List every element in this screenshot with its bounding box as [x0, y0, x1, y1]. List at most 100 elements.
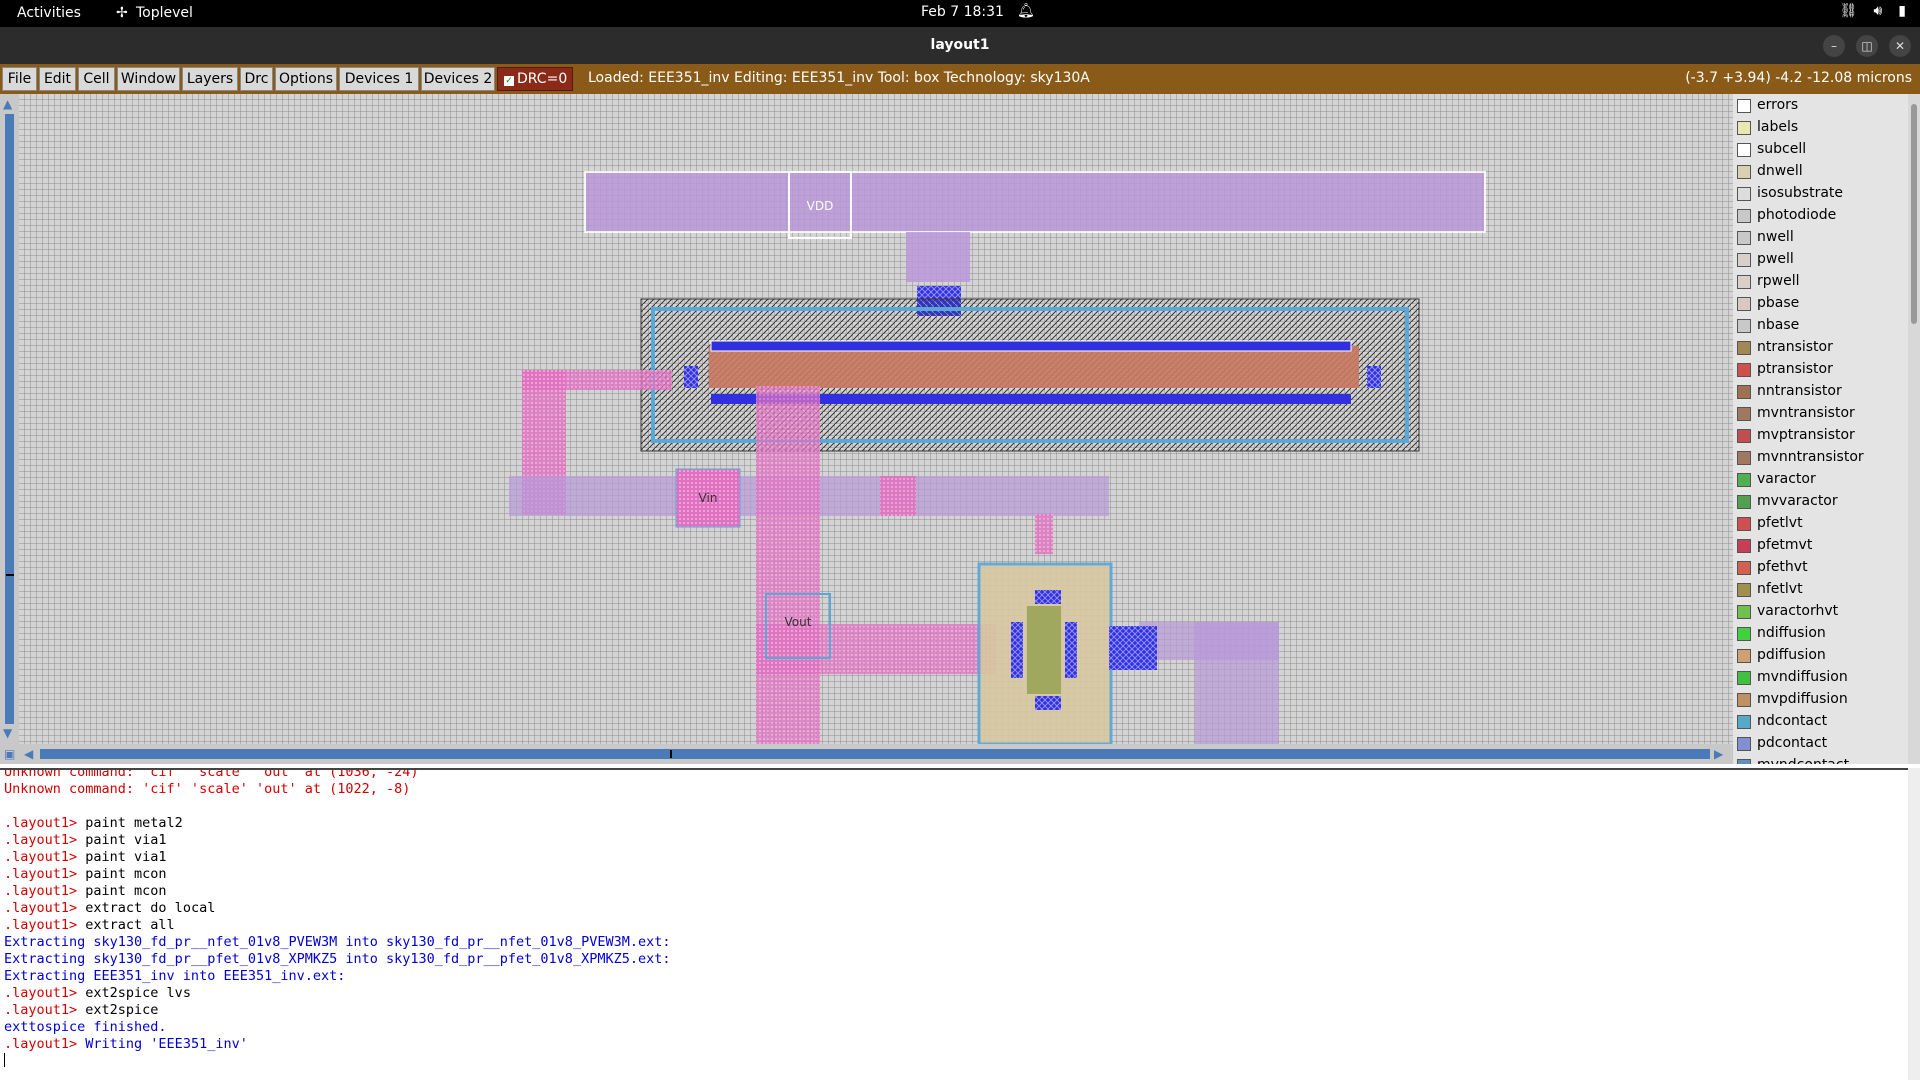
layer-item-ntransistor[interactable]: ntransistor	[1733, 337, 1903, 359]
layer-swatch-icon	[1737, 209, 1751, 223]
layer-item-varactorhvt[interactable]: varactorhvt	[1733, 601, 1903, 623]
layer-item-photodiode[interactable]: photodiode	[1733, 205, 1903, 227]
nfet-bottom-contact[interactable]	[1035, 696, 1061, 710]
layer-item-mvndiffusion[interactable]: mvndiffusion	[1733, 667, 1903, 689]
layer-label: pdcontact	[1757, 735, 1828, 751]
vertical-scrollbar[interactable]: ▲ ▼	[0, 94, 19, 744]
menu-cell[interactable]: Cell	[78, 67, 115, 91]
menu-edit[interactable]: Edit	[39, 67, 76, 91]
output-metal-horizontal[interactable]	[756, 624, 996, 674]
menu-options[interactable]: Options	[275, 67, 337, 91]
menu-layers[interactable]: Layers	[182, 67, 238, 91]
layer-item-ptransistor[interactable]: ptransistor	[1733, 359, 1903, 381]
system-tray[interactable]: ⛓ 🔊︎ ▮	[1840, 3, 1906, 19]
layer-item-nbase[interactable]: nbase	[1733, 315, 1903, 337]
input-poly-horizontal[interactable]	[522, 370, 672, 390]
menu-devices-2[interactable]: Devices 2	[421, 67, 495, 91]
nfet-top-contact[interactable]	[1035, 590, 1061, 604]
layer-item-isosubstrate[interactable]: isosubstrate	[1733, 183, 1903, 205]
clock[interactable]: Feb 7 18:31	[921, 4, 1004, 20]
menu-devices-1[interactable]: Devices 1	[339, 67, 419, 91]
layer-item-ndcontact[interactable]: ndcontact	[1733, 711, 1903, 733]
layers-scroll-thumb[interactable]	[1911, 104, 1917, 324]
horizontal-scrollbar[interactable]: ▣ ◀ ▶	[0, 744, 1733, 764]
command-console[interactable]: Unknown command: 'cif' 'scale' 'out' at …	[0, 768, 1908, 1080]
drc-status-button[interactable]: ✓ DRC=0	[497, 67, 573, 91]
app-menu[interactable]: ✢ Toplevel	[116, 5, 193, 21]
layer-swatch-icon	[1737, 561, 1751, 575]
nfet-drain-contact[interactable]	[1065, 622, 1077, 678]
output-metal-vertical[interactable]	[756, 386, 820, 744]
layer-item-errors[interactable]: errors	[1733, 95, 1903, 117]
layer-item-pbase[interactable]: pbase	[1733, 293, 1903, 315]
vdd-strap[interactable]	[906, 232, 970, 282]
ground-metal-vertical[interactable]	[1195, 622, 1279, 744]
gate-connection[interactable]	[880, 476, 916, 516]
layer-swatch-icon	[1737, 275, 1751, 289]
console-line: .layout1> extract do local	[4, 900, 215, 916]
layer-label: ntransistor	[1757, 339, 1833, 355]
layer-label: pfetmvt	[1757, 537, 1813, 553]
layer-item-pfetmvt[interactable]: pfetmvt	[1733, 535, 1903, 557]
maximize-icon[interactable]: ◫	[1856, 35, 1878, 57]
console-prompt: .layout1>	[4, 883, 86, 899]
layer-item-varactor[interactable]: varactor	[1733, 469, 1903, 491]
layer-swatch-icon	[1737, 539, 1751, 553]
layer-item-nntransistor[interactable]: nntransistor	[1733, 381, 1903, 403]
layer-item-mvntransistor[interactable]: mvntransistor	[1733, 403, 1903, 425]
vdd-metal-bar[interactable]	[584, 171, 1486, 233]
drc-label: DRC=0	[517, 71, 568, 87]
layer-swatch-icon	[1737, 473, 1751, 487]
zoom-icon[interactable]: ▣	[4, 747, 15, 761]
layer-swatch-icon	[1737, 165, 1751, 179]
nfet-gate-link[interactable]	[1035, 514, 1053, 554]
scroll-left-icon[interactable]: ◀	[24, 747, 33, 761]
pfet-left-tap[interactable]	[684, 366, 698, 388]
scroll-right-icon[interactable]: ▶	[1714, 747, 1723, 761]
layer-item-ndiffusion[interactable]: ndiffusion	[1733, 623, 1903, 645]
close-icon[interactable]: ✕	[1889, 35, 1911, 57]
pfet-right-tap[interactable]	[1367, 366, 1381, 388]
layer-item-pwell[interactable]: pwell	[1733, 249, 1903, 271]
horizontal-scroll-thumb[interactable]	[40, 749, 1710, 759]
layer-swatch-icon	[1737, 715, 1751, 729]
vertical-scroll-thumb[interactable]	[5, 114, 14, 724]
console-scrollbar[interactable]	[1908, 768, 1920, 1080]
menu-file[interactable]: File	[2, 67, 37, 91]
layer-item-pdcontact[interactable]: pdcontact	[1733, 733, 1903, 755]
layer-item-labels[interactable]: labels	[1733, 117, 1903, 139]
layer-item-pfetlvt[interactable]: pfetlvt	[1733, 513, 1903, 535]
layout-canvas[interactable]: VDD Vin Vout	[19, 94, 1733, 744]
layout-drawing[interactable]: VDD Vin Vout	[19, 94, 1733, 744]
layer-swatch-icon	[1737, 517, 1751, 531]
menu-window[interactable]: Window	[117, 67, 180, 91]
nfet-tap-via[interactable]	[1109, 626, 1157, 670]
layer-item-mvnntransistor[interactable]: mvnntransistor	[1733, 447, 1903, 469]
layer-item-subcell[interactable]: subcell	[1733, 139, 1903, 161]
nfet-source-contact[interactable]	[1011, 622, 1023, 678]
pfet-gate[interactable]	[709, 346, 1359, 388]
layers-scrollbar[interactable]	[1908, 94, 1920, 764]
minimize-icon[interactable]: –	[1823, 35, 1845, 57]
hscroll-position-marker	[670, 750, 672, 758]
layer-item-pdiffusion[interactable]: pdiffusion	[1733, 645, 1903, 667]
layer-item-pfethvt[interactable]: pfethvt	[1733, 557, 1903, 579]
scroll-down-icon[interactable]: ▼	[3, 726, 12, 740]
layer-item-mvndcontact[interactable]: mvndcontact	[1733, 755, 1903, 764]
menu-drc[interactable]: Drc	[240, 67, 273, 91]
layer-item-rpwell[interactable]: rpwell	[1733, 271, 1903, 293]
console-prompt: .layout1>	[4, 849, 86, 865]
activities-button[interactable]: Activities	[17, 5, 81, 21]
scroll-up-icon[interactable]: ▲	[3, 97, 12, 111]
layer-item-mvpdiffusion[interactable]: mvpdiffusion	[1733, 689, 1903, 711]
console-text: exttospice finished.	[4, 1019, 167, 1035]
layer-swatch-icon	[1737, 605, 1751, 619]
layer-item-nwell[interactable]: nwell	[1733, 227, 1903, 249]
layer-item-mvvaractor[interactable]: mvvaractor	[1733, 491, 1903, 513]
layer-item-mvptransistor[interactable]: mvptransistor	[1733, 425, 1903, 447]
console-input-cursor[interactable]	[4, 1053, 5, 1067]
layer-item-nfetlvt[interactable]: nfetlvt	[1733, 579, 1903, 601]
nfet-gate[interactable]	[1027, 606, 1061, 694]
layer-item-dnwell[interactable]: dnwell	[1733, 161, 1903, 183]
pfet-source-contact[interactable]	[710, 340, 1352, 352]
